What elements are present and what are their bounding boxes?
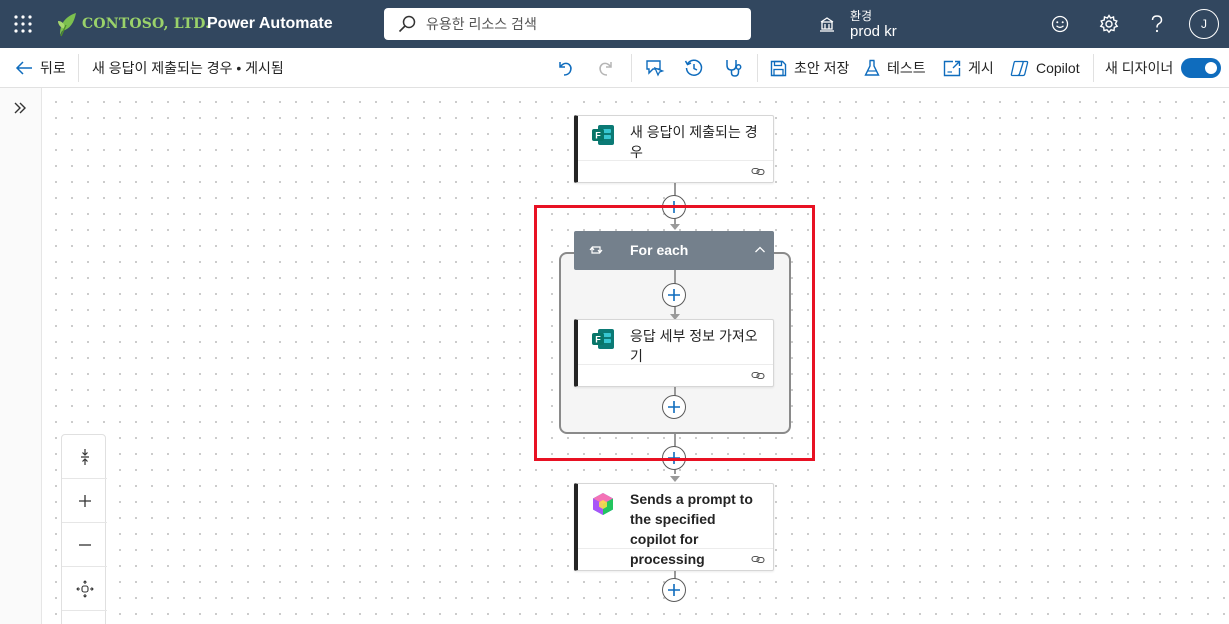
zoom-in-button[interactable]	[62, 479, 107, 523]
app-title[interactable]: Power Automate	[207, 15, 333, 33]
search-input[interactable]	[426, 16, 736, 32]
environment-picker[interactable]: 환경 prod kr	[818, 5, 897, 43]
fit-height-button[interactable]	[62, 435, 107, 479]
test-button[interactable]: 테스트	[864, 48, 926, 88]
add-step-button[interactable]	[662, 578, 686, 602]
back-label: 뒤로	[40, 60, 66, 76]
fit-vertical-icon	[80, 448, 89, 465]
forms-icon: F	[592, 125, 614, 145]
fit-view-button[interactable]	[62, 567, 107, 611]
zoom-out-button[interactable]	[62, 523, 107, 567]
copilot-prompt-card[interactable]: Sends a prompt to the specified copilot …	[574, 483, 774, 571]
flow-checker-button[interactable]	[645, 48, 665, 88]
publish-label: 게시	[968, 60, 994, 76]
search-box[interactable]	[384, 8, 751, 40]
brand-logo[interactable]: CONTOSO, LTD.	[56, 11, 210, 37]
fit-view-icon	[75, 579, 94, 598]
flask-icon	[864, 59, 880, 76]
help-question-icon[interactable]	[1145, 12, 1169, 36]
user-avatar[interactable]: J	[1189, 9, 1219, 39]
stethoscope-icon	[726, 60, 742, 77]
feedback-smiley-icon[interactable]	[1048, 12, 1072, 36]
redo-button[interactable]	[597, 48, 615, 88]
copilot-label: Copilot	[1036, 60, 1080, 76]
trigger-title: 새 응답이 제출되는 경우	[630, 124, 758, 160]
connection-link-icon[interactable]	[751, 166, 765, 177]
flow-title: 새 응답이 제출되는 경우 • 게시됨	[92, 60, 284, 76]
toolbar-divider	[78, 54, 79, 82]
environment-name: prod kr	[850, 23, 897, 40]
history-icon	[684, 59, 703, 76]
save-draft-label: 초안 저장	[794, 60, 850, 76]
app-header: CONTOSO, LTD. Power Automate 환경 prod kr	[0, 0, 1229, 48]
save-icon	[770, 60, 787, 76]
connection-link-icon[interactable]	[751, 554, 765, 565]
new-designer-toggle[interactable]	[1181, 58, 1222, 78]
toolbar-divider	[757, 54, 758, 82]
expand-panel-chevrons-icon[interactable]	[10, 98, 30, 118]
diagnostics-button[interactable]	[724, 48, 744, 88]
toolbar-divider	[1093, 54, 1094, 82]
zoom-controls	[61, 434, 107, 624]
settings-gear-icon[interactable]	[1097, 12, 1121, 36]
designer-toolbar: 뒤로 새 응답이 제출되는 경우 • 게시됨 초안 저장 테스트 게시 Copi…	[0, 48, 1229, 88]
save-draft-button[interactable]: 초안 저장	[770, 48, 849, 88]
search-icon	[398, 15, 416, 33]
svg-text:F: F	[595, 131, 601, 141]
brand-name: CONTOSO, LTD.	[82, 16, 211, 32]
copilot-studio-icon	[593, 493, 613, 515]
back-button[interactable]: 뒤로	[15, 48, 66, 88]
test-label: 테스트	[887, 60, 926, 76]
undo-button[interactable]	[556, 48, 574, 88]
environment-icon	[820, 17, 834, 32]
version-history-button[interactable]	[684, 48, 704, 88]
copilot-button[interactable]: Copilot	[1010, 48, 1080, 88]
new-designer-switch[interactable]: 새 디자이너	[1105, 48, 1222, 88]
trigger-card[interactable]: F 새 응답이 제출되는 경우	[574, 115, 774, 183]
publish-button[interactable]: 게시	[943, 48, 994, 88]
redo-icon	[599, 62, 612, 76]
undo-icon	[559, 62, 572, 76]
arrow-left-icon	[15, 61, 32, 75]
app-launcher-icon[interactable]	[14, 15, 32, 33]
minus-icon	[78, 543, 91, 546]
left-rail	[0, 88, 42, 624]
new-designer-label: 새 디자이너	[1105, 60, 1174, 76]
connector-arrow	[670, 476, 680, 482]
publish-icon	[943, 60, 961, 76]
leaf-logo-icon	[58, 13, 76, 37]
flow-checker-icon	[646, 60, 665, 77]
environment-label: 환경	[850, 9, 873, 23]
plus-icon	[78, 494, 91, 507]
toolbar-divider	[631, 54, 632, 82]
plus-icon	[668, 584, 680, 596]
highlight-box	[534, 205, 815, 461]
copilot-icon	[1010, 60, 1029, 76]
flow-canvas[interactable]: For each F 새 응답이 제출되는 경우 F 응답 세부 정보 가져오기…	[42, 88, 1229, 624]
